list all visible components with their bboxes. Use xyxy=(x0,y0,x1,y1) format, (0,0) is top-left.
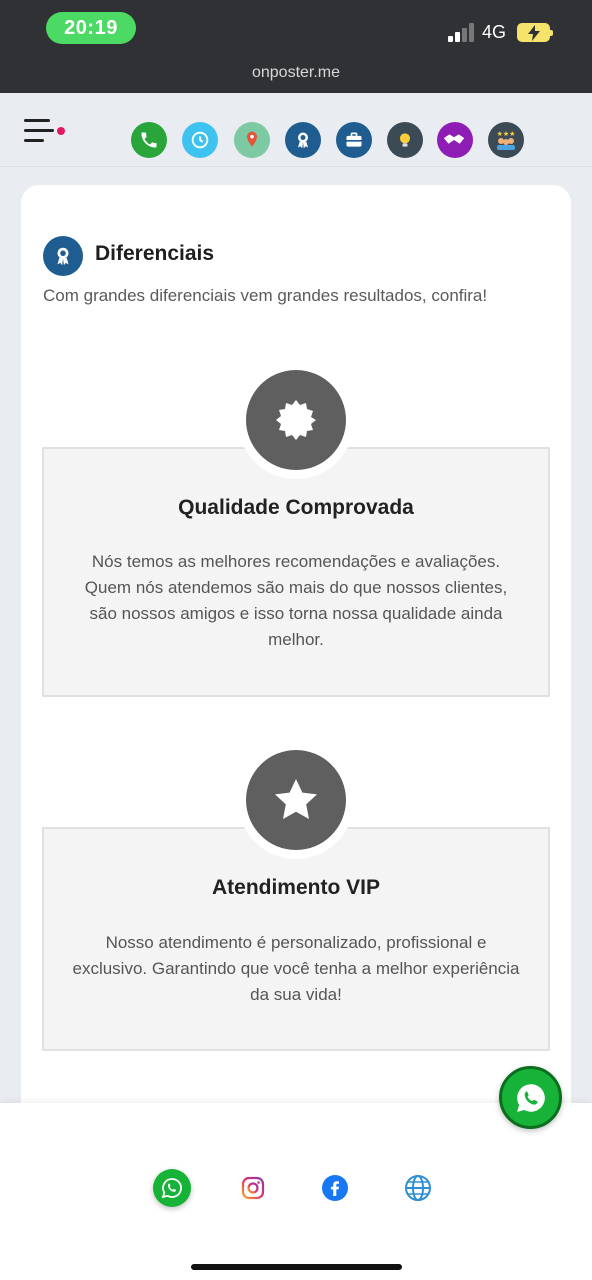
feature-description: Nós temos as melhores recomendações e av… xyxy=(84,552,508,649)
whatsapp-floating-button[interactable] xyxy=(499,1066,562,1129)
battery-icon xyxy=(517,23,553,42)
whatsapp-icon[interactable] xyxy=(153,1169,191,1207)
feature-title: Qualidade Comprovada xyxy=(178,496,414,519)
status-bar: 20:19 4G onposter.me xyxy=(0,0,592,93)
phone-icon[interactable] xyxy=(131,122,167,158)
network-label: 4G xyxy=(482,22,507,42)
home-indicator[interactable] xyxy=(191,1264,402,1270)
whatsapp-icon xyxy=(516,1083,545,1112)
award-icon xyxy=(43,236,83,276)
feature-description: Nosso atendimento é personalizado, profi… xyxy=(72,933,520,1004)
menu-icon[interactable] xyxy=(24,119,54,143)
map-pin-icon[interactable] xyxy=(234,122,270,158)
status-time: 20:19 xyxy=(46,12,136,44)
award-icon[interactable] xyxy=(285,122,321,158)
bottom-bar xyxy=(0,1103,592,1280)
seal-icon xyxy=(246,370,346,470)
signal-icon xyxy=(448,22,476,42)
clock-icon[interactable] xyxy=(182,122,218,158)
section-subtitle: Com grandes diferenciais vem grandes res… xyxy=(43,286,488,305)
feature-title: Atendimento VIP xyxy=(211,876,380,899)
instagram-icon[interactable] xyxy=(235,1170,271,1206)
svg-text:★★★: ★★★ xyxy=(497,130,516,138)
lightbulb-icon[interactable] xyxy=(387,122,423,158)
star-icon xyxy=(246,750,346,850)
browser-url[interactable]: onposter.me xyxy=(0,64,592,82)
team-icon[interactable]: ★★★ xyxy=(488,122,524,158)
facebook-icon[interactable] xyxy=(317,1170,353,1206)
handshake-icon[interactable] xyxy=(437,122,473,158)
top-nav: ★★★ xyxy=(0,93,592,167)
briefcase-icon[interactable] xyxy=(336,122,372,158)
differentials-card: Diferenciais Com grandes diferenciais ve… xyxy=(21,185,571,1145)
section-title: Diferenciais xyxy=(95,242,215,265)
notification-dot xyxy=(57,127,65,135)
globe-icon[interactable] xyxy=(400,1170,436,1206)
